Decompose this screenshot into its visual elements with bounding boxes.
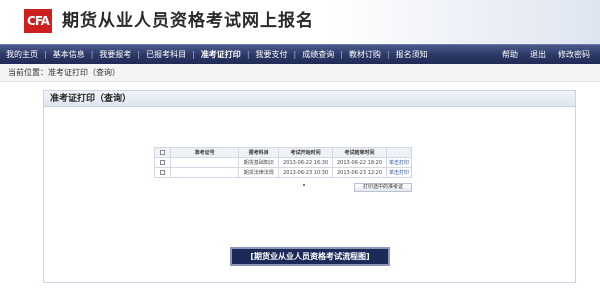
site-logo: CFA [24, 9, 52, 33]
column-header-end: 考试结束时间 [332, 147, 387, 158]
column-header-subject: 报考科目 [238, 147, 280, 158]
select-all-checkbox[interactable] [159, 149, 165, 155]
nav-item[interactable]: 帮助 [496, 45, 524, 64]
exam-flowchart-button[interactable]: [期货业从业人员资格考试流程图] [230, 247, 390, 266]
site-title: 期货从业人员资格考试网上报名 [62, 11, 314, 31]
print-link[interactable]: 单击打印 [385, 157, 413, 168]
column-header-ticket: 准考证号 [169, 147, 240, 158]
nav-right-group: 帮助 退出 修改密码 [496, 45, 596, 64]
ticket-print-panel: 准考证打印（查询） 准考证号 报考科目 考试开始时间 考试结束时间 期货基础知识… [43, 90, 576, 283]
column-header-action [385, 147, 413, 158]
column-header-start: 考试开始时间 [278, 147, 334, 158]
row-checkbox[interactable] [159, 159, 165, 165]
nav-left-group: 我的主页 | 基本信息 | 我要报考 | 已报考科目 | 准考证打印 | 我要支付 | 成绩查询 | 教材订… [0, 45, 434, 64]
nav-item[interactable]: 已报考科目 [140, 45, 192, 64]
end-time-cell: 2013-06-23 12:20 [332, 167, 387, 178]
nav-item[interactable]: 报名须知 [390, 45, 434, 64]
nav-item[interactable]: 退出 [524, 45, 552, 64]
nav-item[interactable]: 修改密码 [552, 45, 596, 64]
main-nav: 我的主页 | 基本信息 | 我要报考 | 已报考科目 | 准考证打印 | 我要支付 | 成绩查询 | 教材订… [0, 44, 600, 64]
subject-cell: 期货法律法规 [238, 167, 280, 178]
nav-item[interactable]: 我的主页 [0, 45, 44, 64]
start-time-cell: 2013-06-23 10:30 [278, 167, 334, 178]
row-select-cell [154, 167, 171, 178]
print-selected-button[interactable]: 打印选中的准考证 [354, 183, 412, 192]
subject-cell: 期货基础知识 [238, 157, 280, 168]
nav-item[interactable]: 我要报考 [93, 45, 137, 64]
ticket-number [169, 157, 240, 168]
table-row: 期货法律法规 2013-06-23 10:30 2013-06-23 12:20… [154, 167, 413, 178]
nav-item[interactable]: 准考证打印 [195, 45, 247, 64]
nav-item[interactable]: 我要支付 [250, 45, 294, 64]
start-time-cell: 2013-06-22 16:30 [278, 157, 334, 168]
table-row: 期货基础知识 2013-06-22 16:30 2013-06-22 18:20… [154, 157, 413, 168]
table-header-row: 准考证号 报考科目 考试开始时间 考试结束时间 [154, 147, 413, 158]
ticket-number [169, 167, 240, 178]
nav-item[interactable]: 基本信息 [47, 45, 91, 64]
end-time-cell: 2013-06-22 18:20 [332, 157, 387, 168]
site-header: CFA 期货从业人员资格考试网上报名 [0, 0, 600, 44]
row-checkbox[interactable] [159, 169, 165, 175]
panel-title: 准考证打印（查询） [44, 91, 575, 107]
nav-item[interactable]: 成绩查询 [296, 45, 340, 64]
select-all-cell [154, 147, 171, 158]
nav-item[interactable]: 教材订购 [343, 45, 387, 64]
ticket-table: 准考证号 报考科目 考试开始时间 考试结束时间 期货基础知识 2013-06-2… [154, 147, 413, 178]
breadcrumb: 当前位置：准考证打印（查询） [0, 64, 600, 82]
decorative-dot [303, 184, 305, 186]
print-link[interactable]: 单击打印 [385, 167, 413, 178]
row-select-cell [154, 157, 171, 168]
